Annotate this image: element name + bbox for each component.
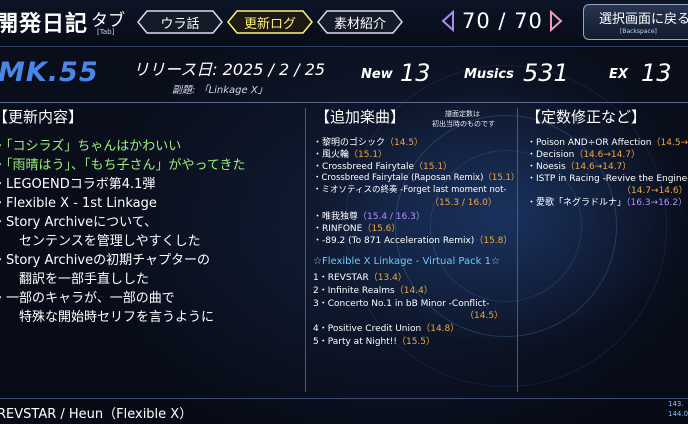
nav-button-update-log-label: 更新ログ xyxy=(243,16,296,32)
page-title: 開発日記 xyxy=(0,12,89,37)
song-name: 5・Party at Night!! xyxy=(313,337,397,347)
song-level: （14.5） xyxy=(385,138,424,148)
song-level: （15.3 / 16.0） xyxy=(430,198,497,208)
page-current: 70 xyxy=(462,9,491,33)
song-level: （15.8） xyxy=(474,236,513,246)
nav-button-materials[interactable]: 素材紹介 xyxy=(317,10,403,34)
ex-count-value: 13 xyxy=(641,59,672,87)
song-name: 2・Infinite Realms xyxy=(313,286,395,296)
column-divider xyxy=(305,108,306,392)
new-count-label: New xyxy=(361,67,393,82)
constants-note: 初出当時のものです xyxy=(432,120,495,128)
added-songs-title: 【追加楽曲】 xyxy=(315,108,406,126)
song-level: （15.5） xyxy=(396,337,436,347)
song-level: （14.5） xyxy=(465,311,504,321)
song-name: 4・Positive Credit Union xyxy=(313,324,422,334)
nav-button-ura[interactable]: ウラ話 xyxy=(137,10,223,34)
nav-button-ura-label: ウラ話 xyxy=(160,16,200,32)
song-level: （14.8） xyxy=(421,324,460,334)
section-divider xyxy=(0,102,688,103)
page-separator: / xyxy=(498,9,507,33)
song-name: ・ミオソティスの終奏 -Forget last moment not- xyxy=(313,185,507,195)
next-page-arrow-icon[interactable] xyxy=(549,10,563,32)
musics-count-label: Musics xyxy=(464,67,514,82)
version-subtitle: 副題: 「Linkage X」 xyxy=(172,85,268,96)
update-line: ・Flexible X - 1st Linkage xyxy=(0,196,157,211)
pack-song-row: 4・Positive Credit Union（14.8） xyxy=(313,321,459,334)
pack-song-row: 3・Concerto No.1 in bB Minor -Conflict- xyxy=(313,296,489,309)
constant-row: ・愛歌「ネグラドルナ」（16.3→16.2） xyxy=(527,195,687,208)
song-level: （13.4） xyxy=(368,273,407,283)
song-level: （15.1） xyxy=(483,173,520,183)
song-name: ・-89.2 (To 871 Acceleration Remix) xyxy=(313,236,475,246)
song-row: ・ミオソティスの終奏 -Forget last moment not- xyxy=(313,183,507,195)
footer-number: 144.0 xyxy=(668,410,688,418)
constants-title: 【定数修正など】 xyxy=(526,108,647,126)
constant-change: （16.3→16.2） xyxy=(626,198,688,208)
constants-note: 譜面定数は xyxy=(445,110,480,118)
backspace-key-hint: [Backspace] xyxy=(620,28,657,35)
version-name: MK.55 xyxy=(0,57,99,88)
update-line: ・一部のキャラが、一部の曲で xyxy=(0,291,175,306)
footer-number: 143. xyxy=(668,400,684,408)
updates-title: 【更新内容】 xyxy=(0,108,84,126)
update-line: センテンスを管理しやすくした xyxy=(19,234,201,249)
song-row: ・-89.2 (To 871 Acceleration Remix)（15.8） xyxy=(313,233,512,246)
constant-change: （14.5→14.6） xyxy=(651,138,688,148)
pack-song-row: 5・Party at Night!!（15.5） xyxy=(313,334,435,347)
song-name: 3・Concerto No.1 in bB Minor -Conflict- xyxy=(313,299,490,309)
nav-button-materials-label: 素材紹介 xyxy=(333,16,386,32)
pack-title: ☆Flexible X Linkage - Virtual Pack 1☆ xyxy=(313,256,500,267)
song-name: 1・REVSTAR xyxy=(313,273,369,283)
release-date: リリース日: 2025 / 2 / 25 xyxy=(133,60,326,79)
update-line: ・「雨晴はう」、「もち子さん」がやってきた xyxy=(0,158,246,173)
update-line: 翻訳を一部手直しした xyxy=(19,272,150,287)
constant-song: ・愛歌「ネグラドルナ」 xyxy=(527,198,627,208)
nav-button-update-log[interactable]: 更新ログ xyxy=(227,10,313,34)
ex-count-label: EX xyxy=(609,67,628,82)
pack-song-row: 2・Infinite Realms（14.4） xyxy=(313,283,433,296)
update-line: ・Story Archiveの初期チャプターの xyxy=(0,253,210,268)
update-line: ・Story Archiveについて、 xyxy=(0,215,158,230)
page-total: 70 xyxy=(514,9,543,33)
footer-divider xyxy=(0,398,688,399)
song-row: ・Crossbreed Fairytale (Raposan Remix)（15… xyxy=(313,171,519,183)
song-name: ・Crossbreed Fairytale (Raposan Remix) xyxy=(313,173,484,183)
now-playing: REVSTAR / Heun（Flexible X） xyxy=(0,407,193,422)
tab-key-hint: [Tab] xyxy=(97,28,115,36)
column-divider xyxy=(517,108,518,392)
update-line: ・「コシラズ」ちゃんはかわいい xyxy=(0,139,182,154)
back-to-select-label: 選択画面に戻る xyxy=(599,12,688,27)
new-count-value: 13 xyxy=(400,59,431,87)
musics-count-value: 531 xyxy=(523,59,569,87)
update-line: ・LEGOENDコラボ第4.1弾 xyxy=(0,177,156,192)
prev-page-arrow-icon[interactable] xyxy=(441,10,455,32)
pack-song-row: 1・REVSTAR（13.4） xyxy=(313,270,407,283)
page-counter: 70 / 70 xyxy=(462,9,543,33)
update-line: 特殊な開始時セリフを言うように xyxy=(19,310,215,325)
song-level: （14.4） xyxy=(394,286,433,296)
